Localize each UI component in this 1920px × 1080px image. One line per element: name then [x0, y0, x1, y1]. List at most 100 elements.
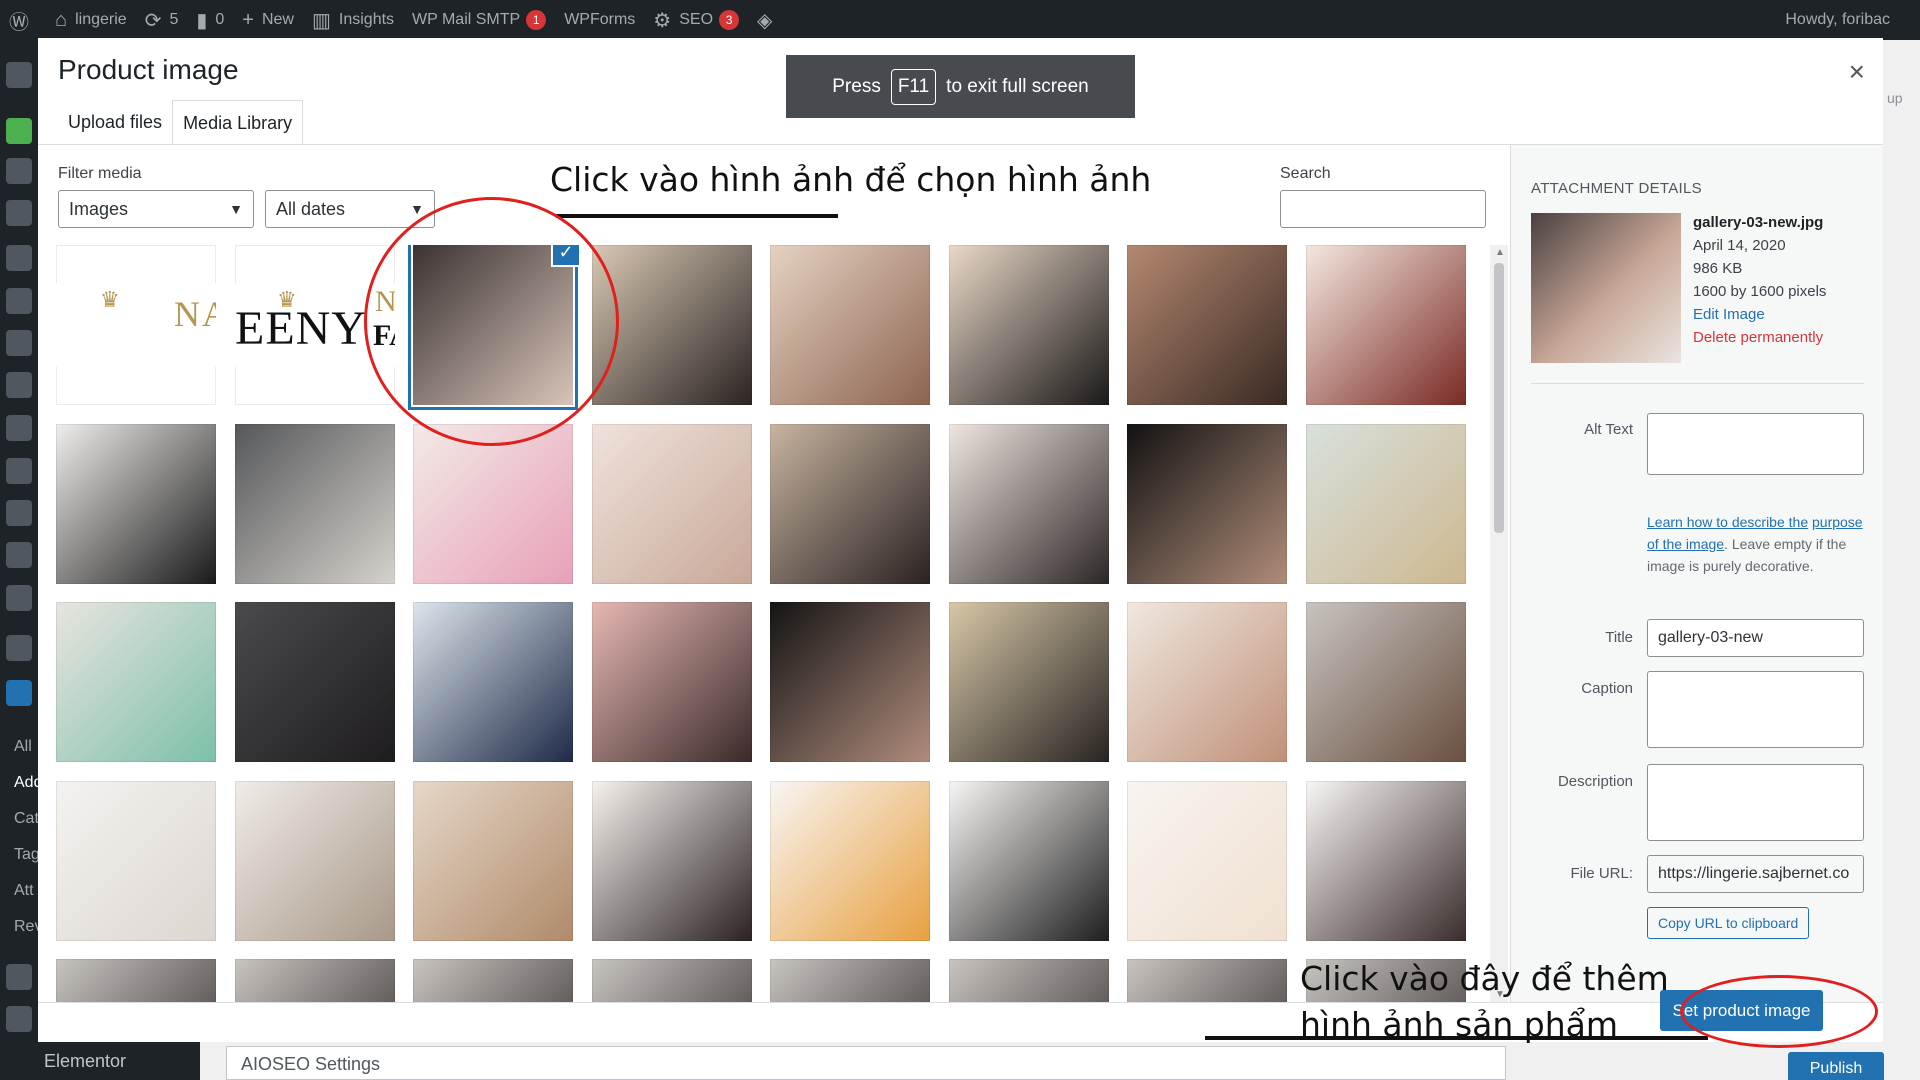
- grid-scrollbar[interactable]: ▲ ▼: [1490, 245, 1508, 1002]
- new-content-menu[interactable]: + New: [233, 0, 303, 40]
- media-thumbnail[interactable]: [1306, 781, 1466, 941]
- media-thumbnail[interactable]: [592, 959, 752, 1002]
- grid-icon[interactable]: [6, 288, 32, 314]
- media-thumbnail[interactable]: [949, 424, 1109, 584]
- media-thumbnail[interactable]: [235, 781, 395, 941]
- analytics-icon[interactable]: [6, 964, 32, 990]
- delete-permanently-link[interactable]: Delete permanently: [1693, 326, 1826, 349]
- wpforms-menu[interactable]: WPForms: [555, 0, 644, 40]
- media-thumbnail[interactable]: [56, 602, 216, 762]
- refresh-icon: ⟳: [144, 9, 162, 32]
- tab-upload-files[interactable]: Upload files: [58, 100, 172, 145]
- file-url-field[interactable]: https://lingerie.sajbernet.co: [1647, 855, 1864, 893]
- media-thumbnail[interactable]: [592, 602, 752, 762]
- tab-media-library[interactable]: Media Library: [172, 100, 304, 145]
- media-grid: ♛NA♛EENYNAFAS✓: [56, 245, 1506, 1002]
- wp-mail-smtp-menu[interactable]: WP Mail SMTP 1: [403, 0, 555, 40]
- elementor-menu-item[interactable]: Elementor: [0, 1042, 200, 1080]
- wp-mail-label: WP Mail SMTP: [412, 11, 521, 28]
- media-thumbnail[interactable]: [1127, 245, 1287, 405]
- scroll-up-icon[interactable]: ▲: [1495, 247, 1505, 258]
- media-thumbnail[interactable]: [1127, 959, 1287, 1002]
- media-thumbnail[interactable]: [413, 424, 573, 584]
- updates-menu[interactable]: ⟳ 5: [136, 0, 188, 40]
- menu-item-tags[interactable]: Tag: [14, 846, 40, 864]
- comments-menu[interactable]: ▮ 0: [187, 0, 233, 40]
- date-filter-value: All dates: [276, 199, 346, 219]
- media-thumbnail[interactable]: [949, 602, 1109, 762]
- tools-icon[interactable]: [6, 415, 32, 441]
- media-thumbnail[interactable]: [592, 781, 752, 941]
- publish-button[interactable]: Publish: [1788, 1052, 1884, 1080]
- media-thumbnail[interactable]: [235, 424, 395, 584]
- attachment-meta: gallery-03-new.jpg April 14, 2020 986 KB…: [1693, 211, 1826, 349]
- media-thumbnail[interactable]: [413, 959, 573, 1002]
- media-thumbnail[interactable]: [235, 602, 395, 762]
- comments-icon[interactable]: [6, 330, 32, 356]
- date-filter-select[interactable]: All dates ▼: [265, 190, 435, 228]
- site-name-menu[interactable]: ⌂ lingerie: [46, 0, 136, 40]
- woo-icon[interactable]: [6, 635, 32, 661]
- dashboard-icon[interactable]: [6, 62, 32, 88]
- seo-menu[interactable]: ⚙ SEO 3: [644, 0, 748, 40]
- wp-logo-menu[interactable]: Ⓦ: [0, 0, 46, 40]
- media-thumbnail[interactable]: [56, 424, 216, 584]
- diamond-menu[interactable]: ◈: [748, 0, 789, 40]
- media-thumbnail[interactable]: [56, 959, 216, 1002]
- media-thumbnail[interactable]: [770, 602, 930, 762]
- caption-field[interactable]: [1647, 671, 1864, 748]
- media-thumbnail[interactable]: [235, 959, 395, 1002]
- learn-describe-link[interactable]: Learn how to describe the: [1647, 514, 1808, 530]
- menu-item-attributes[interactable]: Att: [14, 882, 34, 900]
- menu-item-all[interactable]: All: [14, 738, 32, 756]
- pages-icon[interactable]: [6, 245, 32, 271]
- plugins-icon[interactable]: [6, 372, 32, 398]
- pin-icon[interactable]: [6, 158, 32, 184]
- media-thumbnail[interactable]: [413, 781, 573, 941]
- alt-text-field[interactable]: [1647, 413, 1864, 475]
- document-icon[interactable]: [6, 458, 32, 484]
- copy-url-button[interactable]: Copy URL to clipboard: [1647, 907, 1810, 939]
- media-thumbnail[interactable]: [1127, 781, 1287, 941]
- paint-icon[interactable]: [6, 1006, 32, 1032]
- media-thumbnail[interactable]: [770, 245, 930, 405]
- media-thumbnail[interactable]: [1306, 602, 1466, 762]
- mail-icon[interactable]: [6, 500, 32, 526]
- details-divider: [1531, 383, 1864, 384]
- aioseo-settings-panel[interactable]: AIOSEO Settings: [226, 1046, 1506, 1080]
- media-thumbnail[interactable]: [1306, 245, 1466, 405]
- insights-menu[interactable]: ▥ Insights: [303, 0, 403, 40]
- media-thumbnail[interactable]: [56, 781, 216, 941]
- description-field[interactable]: [1647, 764, 1864, 841]
- menu-item-categories[interactable]: Cat: [14, 810, 39, 828]
- media-thumbnail[interactable]: [949, 245, 1109, 405]
- howdy-account-menu[interactable]: Howdy, foribac: [1776, 0, 1920, 40]
- heart-icon[interactable]: [6, 118, 32, 144]
- media-thumbnail[interactable]: ♛ NA: [56, 245, 216, 405]
- file-url-label: File URL:: [1570, 865, 1633, 882]
- close-icon[interactable]: ×: [1849, 56, 1865, 88]
- media-thumbnail[interactable]: [770, 959, 930, 1002]
- media-thumbnail[interactable]: [1127, 424, 1287, 584]
- description-label: Description: [1557, 773, 1633, 790]
- media-icon[interactable]: [6, 200, 32, 226]
- media-thumbnail[interactable]: [949, 781, 1109, 941]
- media-thumbnail[interactable]: [1306, 424, 1466, 584]
- scrollbar-thumb[interactable]: [1494, 263, 1504, 533]
- media-thumbnail[interactable]: [1127, 602, 1287, 762]
- edit-image-link[interactable]: Edit Image: [1693, 303, 1826, 326]
- title-field[interactable]: gallery-03-new: [1647, 619, 1864, 657]
- media-type-select[interactable]: Images ▼: [58, 190, 254, 228]
- fullscreen-press-text: Press: [832, 75, 881, 97]
- search-input[interactable]: [1280, 190, 1486, 228]
- products-icon[interactable]: [6, 680, 32, 706]
- media-thumbnail[interactable]: [592, 424, 752, 584]
- media-thumbnail[interactable]: [770, 781, 930, 941]
- m-icon[interactable]: [6, 542, 32, 568]
- chat-icon[interactable]: [6, 585, 32, 611]
- caption-label: Caption: [1581, 680, 1633, 697]
- media-thumbnail[interactable]: [770, 424, 930, 584]
- media-thumbnail[interactable]: [413, 602, 573, 762]
- media-thumbnail[interactable]: [949, 959, 1109, 1002]
- home-icon: ⌂: [55, 8, 68, 31]
